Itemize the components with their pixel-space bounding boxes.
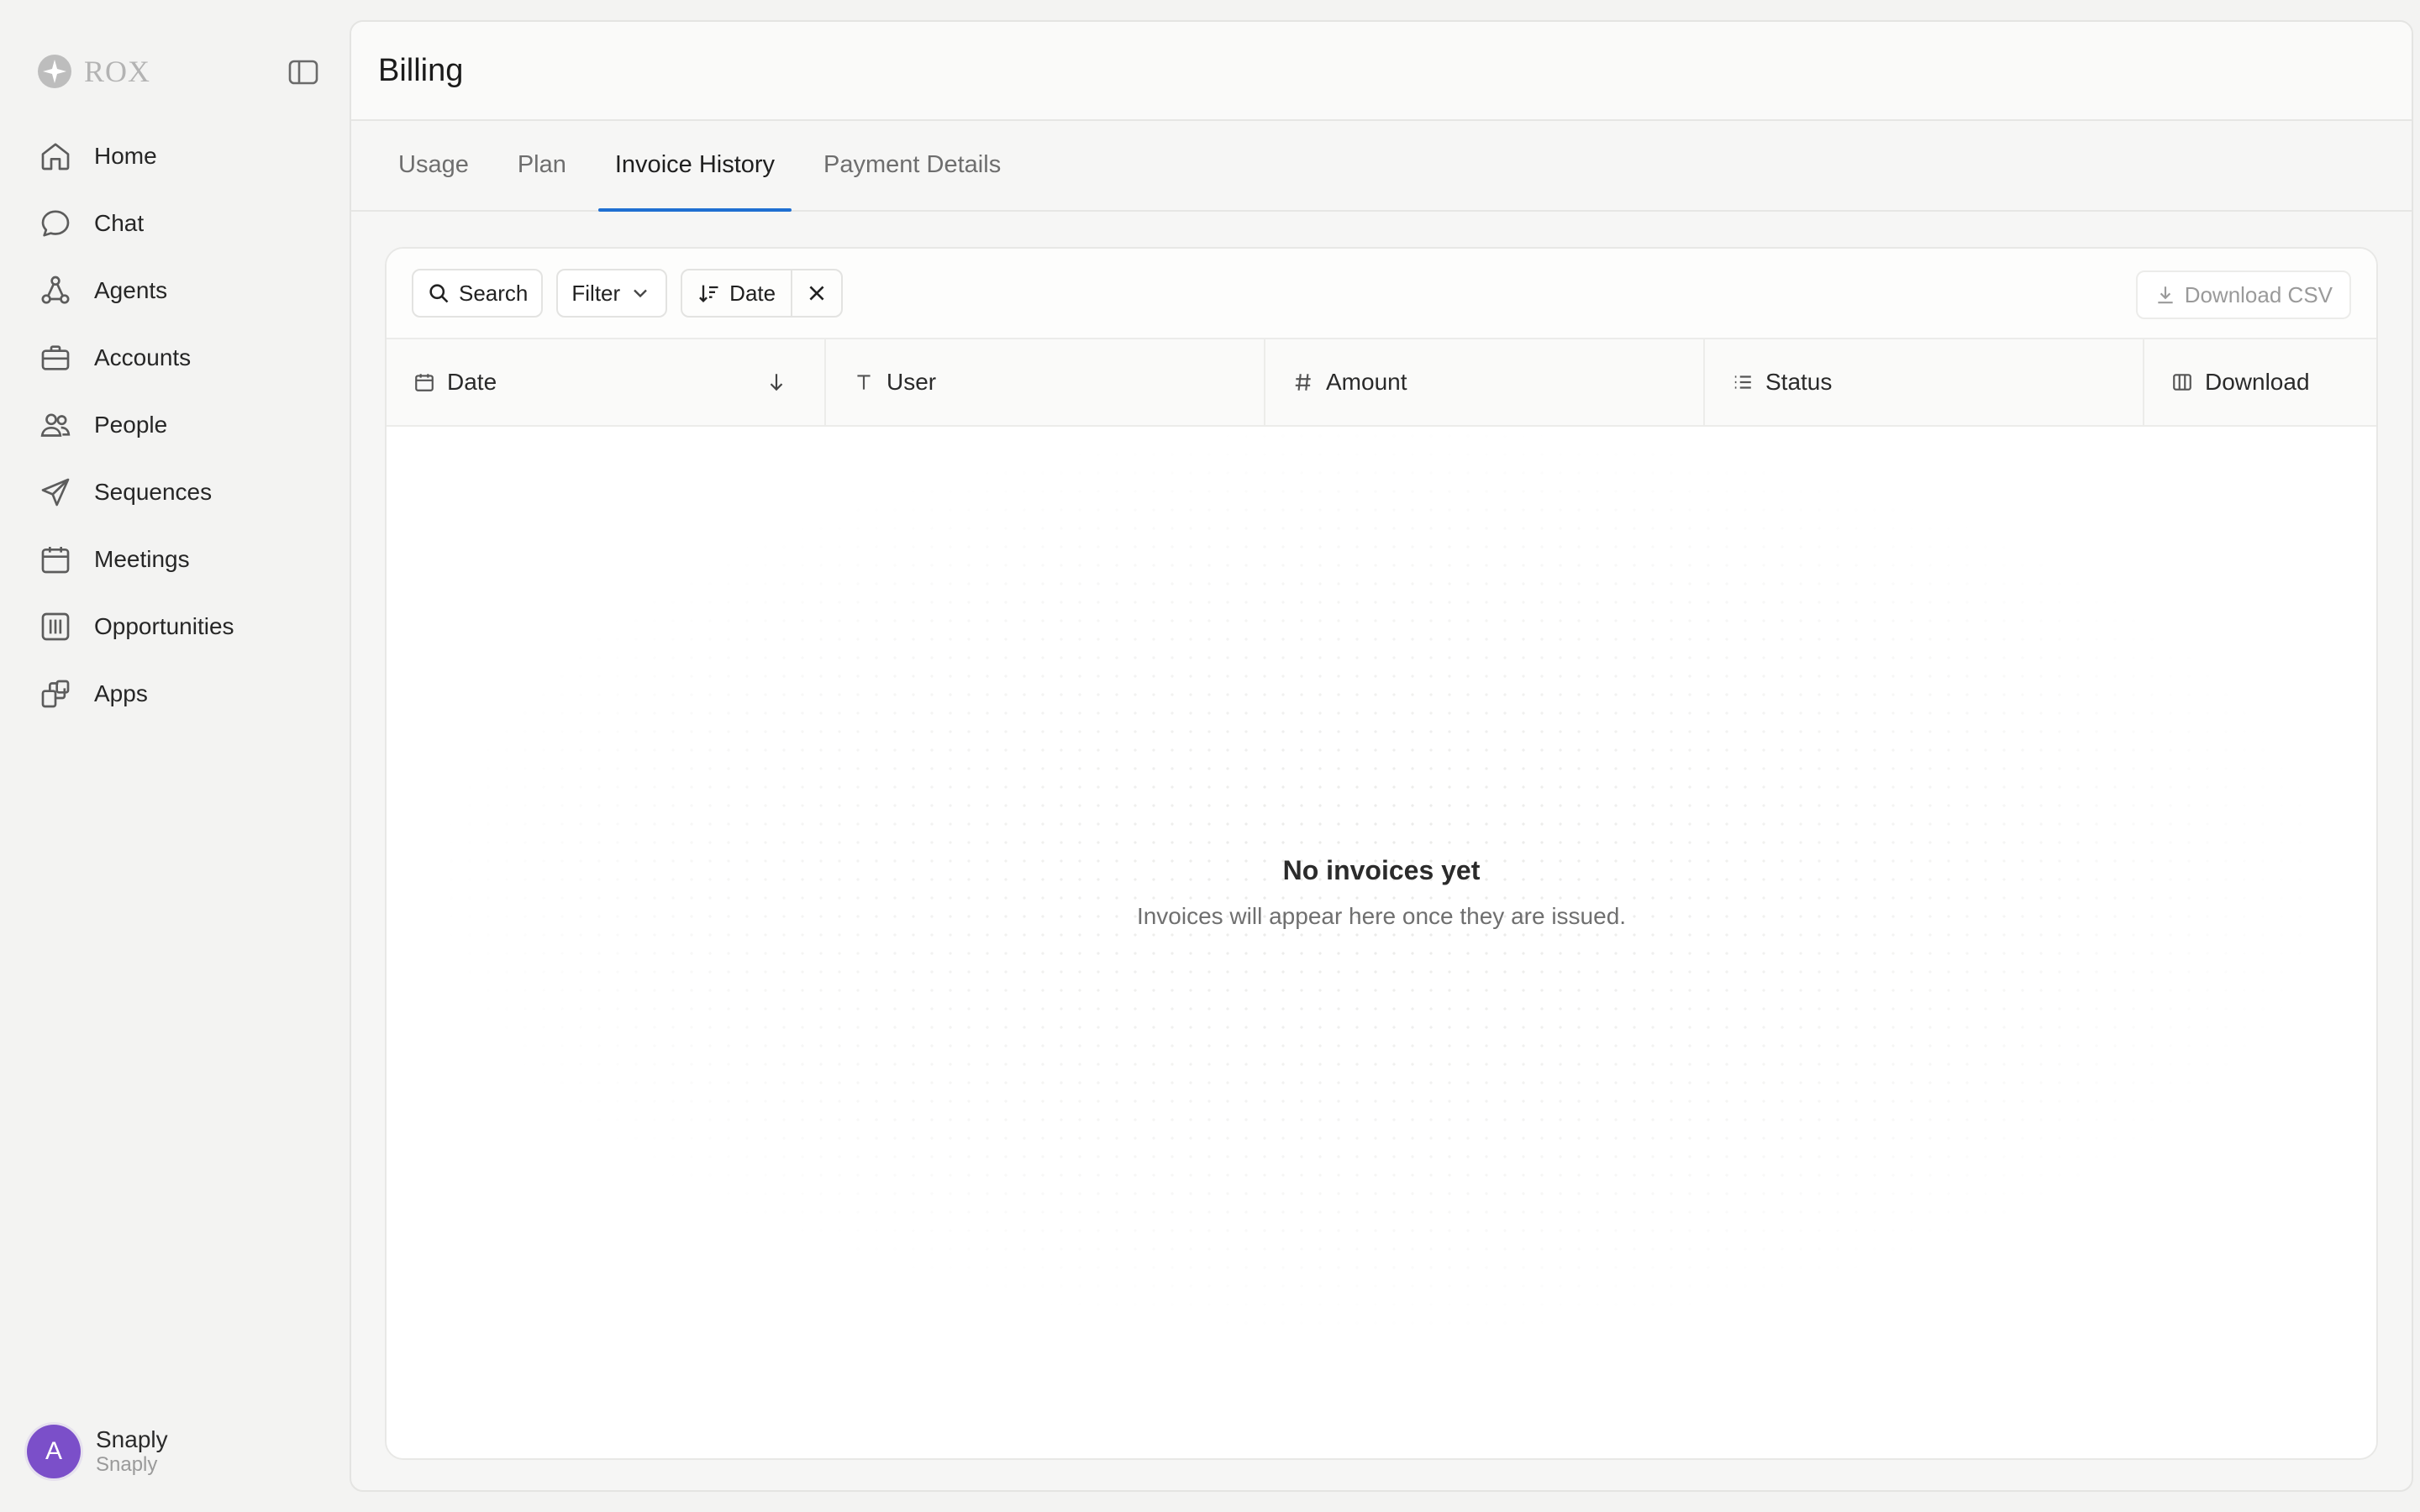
- empty-state-subtitle: Invoices will appear here once they are …: [1136, 903, 1627, 929]
- user-menu[interactable]: A Snaply Snaply: [27, 1425, 168, 1478]
- search-label: Search: [459, 280, 529, 306]
- sidebar: ROX Home Chat Agents Accounts People Seq…: [0, 0, 350, 1512]
- close-icon: [809, 286, 824, 301]
- apps-icon: [41, 680, 70, 708]
- tab-plan[interactable]: Plan: [501, 119, 583, 210]
- empty-state-title: No invoices yet: [1282, 855, 1481, 885]
- download-csv-button[interactable]: Download CSV: [2135, 270, 2351, 319]
- briefcase-icon: [41, 345, 70, 370]
- page-title: Billing: [378, 52, 464, 88]
- column-label: Download: [2205, 369, 2310, 395]
- filter-label: Filter: [571, 280, 621, 306]
- search-button[interactable]: Search: [412, 269, 544, 318]
- sidebar-item-sequences[interactable]: Sequences: [30, 459, 333, 526]
- table-body: No invoices yet Invoices will appear her…: [387, 427, 2376, 1458]
- hash-icon: [1295, 374, 1311, 391]
- avatar: A: [27, 1425, 81, 1478]
- sort-label: Date: [729, 280, 776, 306]
- agents-icon: [41, 276, 70, 304]
- sidebar-item-meetings[interactable]: Meetings: [30, 526, 333, 593]
- sidebar-item-accounts[interactable]: Accounts: [30, 324, 333, 391]
- column-header-amount[interactable]: Amount: [1265, 339, 1705, 425]
- brand-logo[interactable]: ROX: [37, 52, 150, 91]
- main-panel: Billing Usage Plan Invoice History Payme…: [350, 20, 2413, 1492]
- column-header-status[interactable]: Status: [1705, 339, 2144, 425]
- download-csv-label: Download CSV: [2184, 281, 2333, 307]
- sidebar-nav: Home Chat Agents Accounts People Sequenc…: [30, 123, 333, 727]
- page-header: Billing: [351, 22, 2412, 121]
- sidebar-toggle-button[interactable]: [286, 57, 321, 87]
- sidebar-item-home[interactable]: Home: [30, 123, 333, 190]
- text-icon: [857, 375, 871, 390]
- column-label: Date: [447, 369, 497, 395]
- column-header-user[interactable]: User: [826, 339, 1265, 425]
- filter-button[interactable]: Filter: [556, 269, 668, 318]
- sidebar-toggle-icon: [288, 60, 318, 85]
- send-icon: [41, 478, 70, 507]
- sidebar-item-label: Chat: [94, 210, 145, 236]
- columns-icon: [41, 612, 70, 641]
- user-info: Snaply Snaply: [96, 1426, 168, 1477]
- user-org: Snaply: [96, 1453, 158, 1476]
- sidebar-item-apps[interactable]: Apps: [30, 660, 333, 727]
- sidebar-item-opportunities[interactable]: Opportunities: [30, 593, 333, 660]
- empty-state: No invoices yet Invoices will appear her…: [387, 855, 2376, 930]
- table-header: Date User Amount Status Download: [387, 339, 2376, 427]
- clear-sort-button[interactable]: [791, 270, 841, 316]
- chat-icon: [41, 210, 70, 237]
- rox-logo-icon: [38, 55, 71, 88]
- sort-chip: Date: [681, 269, 844, 318]
- home-icon: [41, 143, 70, 171]
- column-label: User: [886, 369, 937, 395]
- sidebar-item-label: Accounts: [94, 344, 192, 370]
- people-icon: [40, 413, 71, 437]
- tab-bar: Usage Plan Invoice History Payment Detai…: [351, 121, 2412, 212]
- sidebar-item-people[interactable]: People: [30, 391, 333, 459]
- download-icon: [2158, 286, 2173, 304]
- search-icon: [429, 284, 449, 303]
- sort-button[interactable]: Date: [682, 270, 791, 316]
- user-name: Snaply: [96, 1426, 168, 1452]
- list-icon: [1734, 375, 1751, 389]
- tab-payment-details[interactable]: Payment Details: [807, 119, 1018, 210]
- sidebar-item-label: Apps: [94, 680, 148, 706]
- sidebar-item-chat[interactable]: Chat: [30, 190, 333, 257]
- column-label: Status: [1765, 369, 1833, 395]
- sidebar-item-label: People: [94, 412, 168, 438]
- columns-icon: [2173, 374, 2191, 391]
- sidebar-item-label: Agents: [94, 277, 168, 303]
- invoice-table-card: Search Filter Date Download CSV Date Use…: [385, 247, 2378, 1460]
- arrow-down-icon[interactable]: [765, 371, 787, 393]
- column-header-date[interactable]: Date: [387, 339, 826, 425]
- column-header-download[interactable]: Download: [2144, 339, 2376, 425]
- calendar-icon: [415, 374, 434, 391]
- sidebar-item-label: Home: [94, 143, 157, 169]
- sidebar-item-label: Sequences: [94, 479, 213, 505]
- sidebar-item-label: Opportunities: [94, 613, 234, 639]
- sort-descending-icon: [699, 285, 718, 302]
- sidebar-item-label: Meetings: [94, 546, 190, 572]
- table-toolbar: Search Filter Date Download CSV: [387, 249, 2376, 339]
- tab-usage[interactable]: Usage: [381, 119, 486, 210]
- calendar-icon: [41, 547, 70, 574]
- sidebar-item-agents[interactable]: Agents: [30, 257, 333, 324]
- brand-name: ROX: [84, 55, 151, 88]
- tab-invoice-history[interactable]: Invoice History: [597, 119, 792, 212]
- chevron-down-icon: [634, 289, 647, 298]
- column-label: Amount: [1326, 369, 1407, 395]
